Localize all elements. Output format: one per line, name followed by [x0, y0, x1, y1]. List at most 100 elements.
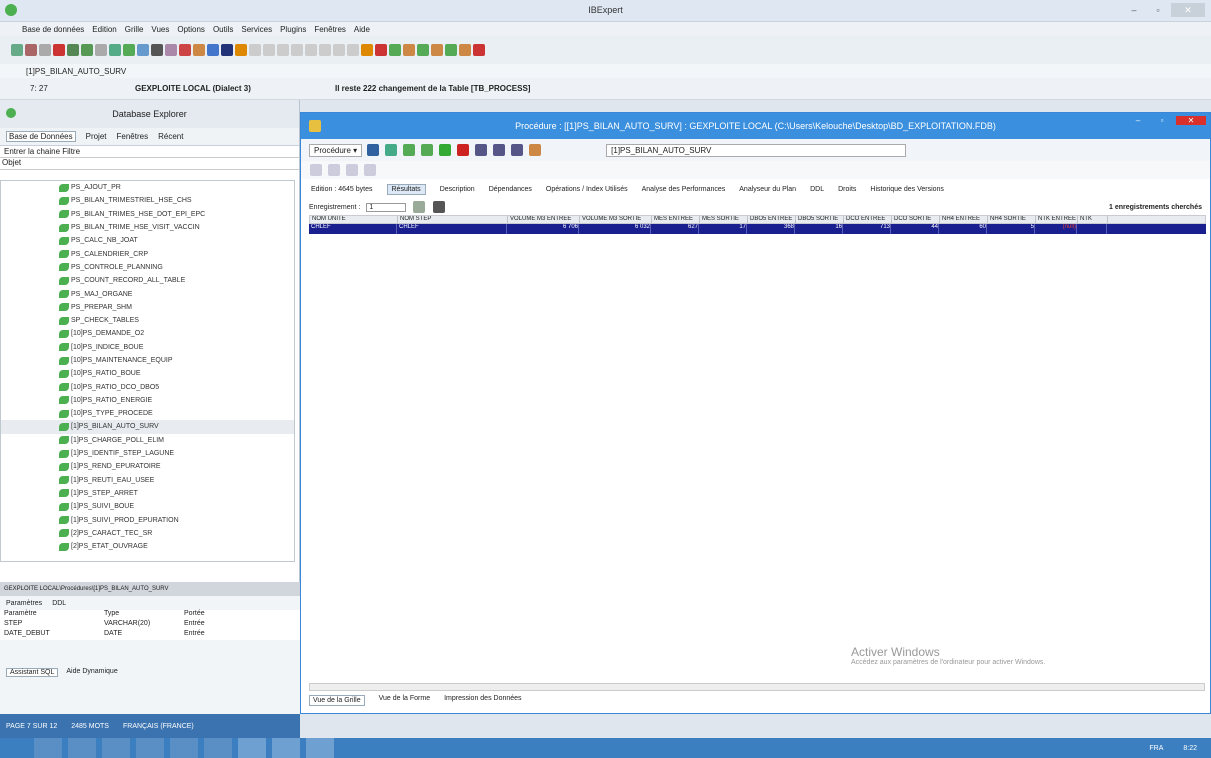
- procedure-menu-button[interactable]: Procédure ▾: [309, 143, 363, 157]
- tree-item[interactable]: [1]PS_IDENTIF_STEP_LAGUNE: [1, 447, 294, 460]
- table-cell[interactable]: 16: [795, 224, 843, 234]
- check-icon[interactable]: [445, 44, 457, 56]
- tab-sql-assistant[interactable]: Assistant SQL: [6, 668, 59, 677]
- app-icon[interactable]: [204, 738, 232, 758]
- tab-0[interactable]: Edition : 4645 bytes: [311, 186, 373, 193]
- connect-icon[interactable]: [11, 44, 23, 56]
- open-procedure-strip[interactable]: [1]PS_BILAN_AUTO_SURV: [0, 64, 1211, 78]
- tab-6[interactable]: Analyseur du Plan: [739, 186, 796, 193]
- menu-item[interactable]: Plugins: [280, 25, 306, 34]
- procedure-combo[interactable]: [1]PS_BILAN_AUTO_SURV: [606, 143, 907, 157]
- column-header[interactable]: NTK ENTREE: [1036, 216, 1078, 223]
- tree-item[interactable]: PS_MAJ_ORGANE: [1, 287, 294, 300]
- tab-form-view[interactable]: Vue de la Forme: [379, 695, 431, 706]
- tree-item[interactable]: [10]PS_DEMANDE_O2: [1, 327, 294, 340]
- filter-input[interactable]: Entrer la chaine Filtre: [0, 146, 299, 158]
- config-icon[interactable]: [459, 44, 471, 56]
- nav-icon[interactable]: [364, 164, 376, 176]
- nav-icon[interactable]: [328, 164, 340, 176]
- table-cell[interactable]: 17: [699, 224, 747, 234]
- column-header[interactable]: NOM STEP: [398, 216, 508, 223]
- tab-7[interactable]: DDL: [810, 186, 824, 193]
- table-cell[interactable]: 44: [891, 224, 939, 234]
- tree-item[interactable]: SP_CHECK_TABLES: [1, 314, 294, 327]
- tab-4[interactable]: Opérations / Index Utilisés: [546, 186, 628, 193]
- backup-icon[interactable]: [417, 44, 429, 56]
- horizontal-scrollbar[interactable]: [309, 683, 1205, 691]
- grid-mode-icon[interactable]: [413, 201, 426, 213]
- tab-parameters[interactable]: Paramètres: [6, 600, 42, 607]
- tab-1[interactable]: Résultats: [386, 183, 426, 195]
- nav-icon[interactable]: [346, 164, 358, 176]
- commit-icon[interactable]: [439, 144, 452, 156]
- tool-icon[interactable]: [193, 44, 205, 56]
- menu-item[interactable]: Grille: [125, 25, 144, 34]
- delete-icon[interactable]: [53, 44, 65, 56]
- tab-grid-view[interactable]: Vue de la Grille: [309, 695, 365, 706]
- edit-icon[interactable]: [39, 44, 51, 56]
- close-button[interactable]: ✕: [1171, 3, 1205, 17]
- table-cell[interactable]: CHLEF: [397, 224, 507, 234]
- table-icon[interactable]: [95, 44, 107, 56]
- tree-item[interactable]: [10]PS_RATIO_BOUE: [1, 367, 294, 380]
- column-header[interactable]: NOM UNITE: [310, 216, 398, 223]
- tab-3[interactable]: Dépendances: [489, 186, 532, 193]
- app-icon[interactable]: [68, 738, 96, 758]
- tree-item[interactable]: [10]PS_INDICE_BOUE: [1, 341, 294, 354]
- next-record-icon[interactable]: [433, 201, 446, 213]
- tree-item[interactable]: [1]PS_SUIVI_PROD_EPURATION: [1, 513, 294, 526]
- record-input[interactable]: 1: [366, 202, 407, 212]
- rollback-icon[interactable]: [457, 144, 470, 156]
- minimize-button[interactable]: ‒: [1128, 116, 1148, 125]
- explorer-icon[interactable]: [34, 738, 62, 758]
- grid-icon[interactable]: [475, 144, 488, 156]
- object-tree[interactable]: PS_AJOUT_PR PS_BILAN_TRIMESTRIEL_HSE_CHS P…: [0, 180, 295, 562]
- param-row[interactable]: DATE_DEBUT DATE Entrée: [0, 630, 300, 640]
- tree-item[interactable]: [10]PS_TYPE_PROCEDE: [1, 407, 294, 420]
- maximize-button[interactable]: ▫: [1152, 116, 1172, 125]
- tree-item[interactable]: [1]PS_REUTI_EAU_USEE: [1, 474, 294, 487]
- window-icon[interactable]: [473, 44, 485, 56]
- minimize-button[interactable]: ‒: [1123, 3, 1145, 17]
- tree-item[interactable]: PS_BILAN_TRIME_HSE_VISIT_VACCIN: [1, 221, 294, 234]
- run-icon[interactable]: [235, 44, 247, 56]
- column-header[interactable]: DCO ENTREE: [844, 216, 892, 223]
- tab-9[interactable]: Historique des Versions: [870, 186, 944, 193]
- procedure-tab-label[interactable]: [1]PS_BILAN_AUTO_SURV: [26, 67, 126, 76]
- stop-icon[interactable]: [221, 44, 233, 56]
- menu-item[interactable]: Aide: [354, 25, 370, 34]
- user-icon[interactable]: [403, 44, 415, 56]
- tree-item[interactable]: PS_AJOUT_PR: [1, 181, 294, 194]
- maximize-button[interactable]: ▫: [1147, 3, 1169, 17]
- disconnect-icon[interactable]: [25, 44, 37, 56]
- tab-windows[interactable]: Fenêtres: [117, 132, 149, 141]
- script-icon[interactable]: [123, 44, 135, 56]
- tree-item[interactable]: [10]PS_MAINTENANCE_EQUIP: [1, 354, 294, 367]
- tree-item[interactable]: [1]PS_STEP_ARRET: [1, 487, 294, 500]
- sql-icon[interactable]: [109, 44, 121, 56]
- language-indicator[interactable]: FRA: [1149, 745, 1163, 752]
- tab-project[interactable]: Projet: [86, 132, 107, 141]
- column-header[interactable]: VOLUME M3 ENTREE: [508, 216, 580, 223]
- query-icon[interactable]: [137, 44, 149, 56]
- tab-2[interactable]: Description: [440, 186, 475, 193]
- table-cell[interactable]: 6 706: [507, 224, 579, 234]
- tree-item[interactable]: [1]PS_REND_EPURATOIRE: [1, 460, 294, 473]
- tab-5[interactable]: Analyse des Performances: [642, 186, 726, 193]
- app-icon[interactable]: [306, 738, 334, 758]
- start-icon[interactable]: [0, 738, 28, 758]
- column-header[interactable]: MES SORTIE: [700, 216, 748, 223]
- tools2-icon[interactable]: [361, 44, 373, 56]
- run-icon[interactable]: [403, 144, 416, 156]
- app-icon[interactable]: [102, 738, 130, 758]
- table-cell[interactable]: 60: [939, 224, 987, 234]
- tree-item[interactable]: PS_CALC_NB_JOAT: [1, 234, 294, 247]
- tree-item[interactable]: PS_COUNT_RECORD_ALL_TABLE: [1, 274, 294, 287]
- app-icon[interactable]: [170, 738, 198, 758]
- tree-item[interactable]: PS_CALENDRIER_CRP: [1, 247, 294, 260]
- tree-item[interactable]: PS_CONTROLE_PLANNING: [1, 261, 294, 274]
- column-header[interactable]: VOLUME M3 SORTIE: [580, 216, 652, 223]
- app-icon[interactable]: [136, 738, 164, 758]
- tree-item[interactable]: [10]PS_RATIO_DCO_DBO5: [1, 380, 294, 393]
- debug-icon[interactable]: [421, 144, 434, 156]
